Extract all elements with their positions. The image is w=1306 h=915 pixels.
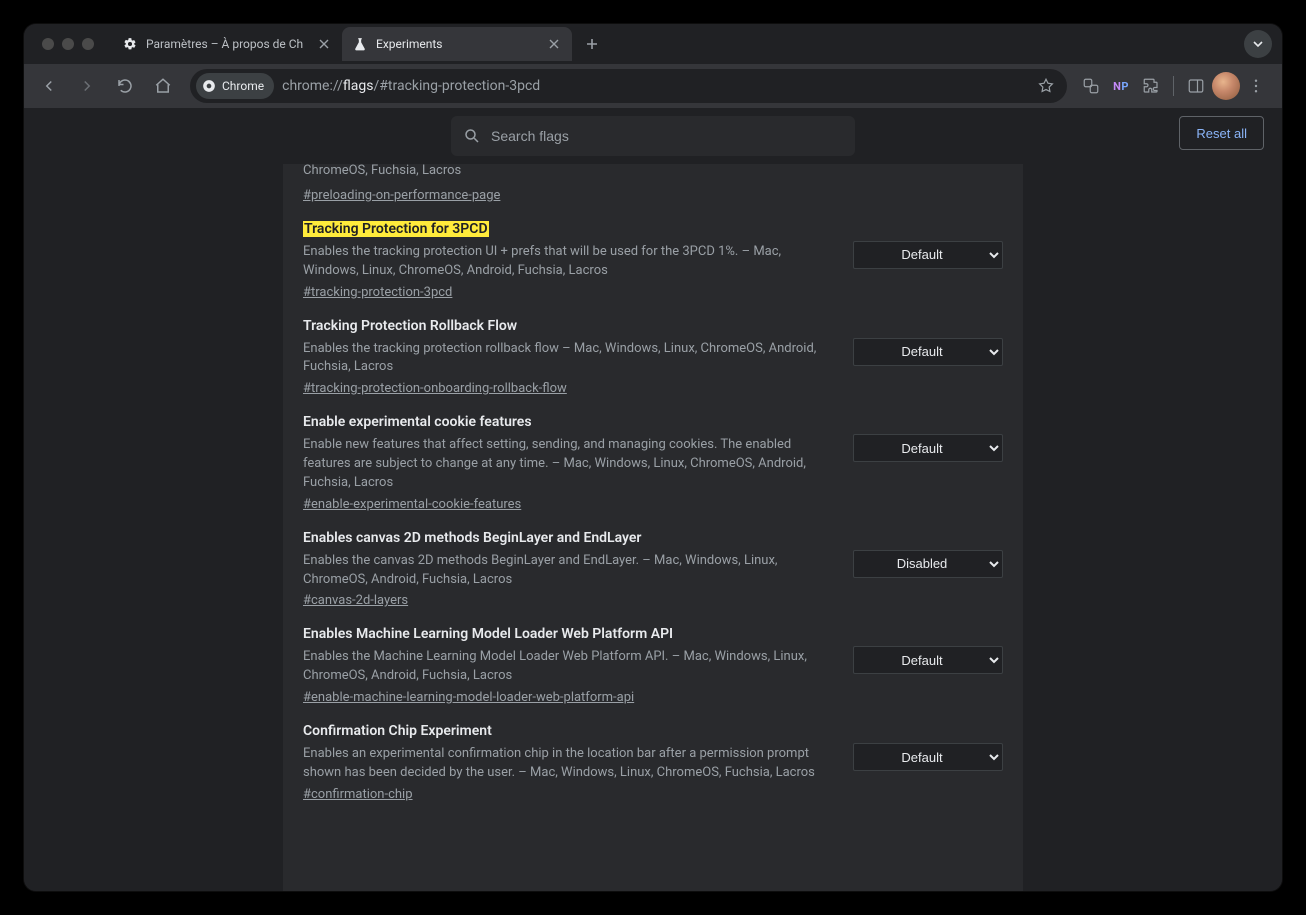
flag-state-select[interactable]: DefaultEnabledDisabled — [853, 550, 1003, 578]
url-text: chrome://flags/#tracking-protection-3pcd — [282, 78, 1029, 94]
minimize-window-button[interactable] — [62, 38, 74, 50]
flag-description: Enables the Machine Learning Model Loade… — [303, 648, 837, 686]
toolbar: Chrome chrome://flags/#tracking-protecti… — [24, 64, 1282, 108]
tab-settings[interactable]: Paramètres – À propos de Ch — [112, 27, 342, 61]
back-button[interactable] — [32, 69, 66, 103]
flag-entry: Enables Machine Learning Model Loader We… — [303, 608, 1003, 705]
flag-anchor-link[interactable]: #tracking-protection-3pcd — [303, 285, 452, 300]
translate-icon[interactable] — [1077, 72, 1105, 100]
flag-text: Enable experimental cookie features Enabl… — [303, 414, 837, 512]
flag-text: Tracking Protection for 3PCD Enables the … — [303, 221, 837, 300]
flag-entry: Enables canvas 2D methods BeginLayer and… — [303, 512, 1003, 609]
search-flags-input[interactable] — [491, 128, 843, 144]
flag-platforms-partial: ChromeOS, Fuchsia, Lacros — [303, 164, 1003, 181]
flag-state-select[interactable]: DefaultEnabledDisabled — [853, 434, 1003, 462]
extensions-puzzle-icon[interactable] — [1137, 72, 1165, 100]
flag-anchor-link[interactable]: #enable-machine-learning-model-loader-we… — [303, 690, 634, 705]
close-window-button[interactable] — [42, 38, 54, 50]
close-tab-icon[interactable] — [546, 36, 562, 52]
gear-icon — [122, 36, 138, 52]
flag-anchor-link[interactable]: #enable-experimental-cookie-features — [303, 497, 521, 512]
close-tab-icon[interactable] — [316, 36, 332, 52]
tab-strip: Paramètres – À propos de Ch Experiments — [24, 24, 1282, 64]
flag-description: Enables the tracking protection UI + pre… — [303, 243, 837, 281]
flags-list[interactable]: ChromeOS, Fuchsia, Lacros #preloading-on… — [283, 164, 1023, 891]
flag-state-select[interactable]: DefaultEnabledDisabled — [853, 338, 1003, 366]
reload-button[interactable] — [108, 69, 142, 103]
flag-entry: Enable experimental cookie features Enabl… — [303, 396, 1003, 512]
reset-all-button[interactable]: Reset all — [1179, 116, 1264, 150]
flag-select-wrap: DefaultEnabledDisabled — [853, 338, 1003, 366]
flask-icon — [352, 36, 368, 52]
flag-anchor-link[interactable]: #tracking-protection-onboarding-rollback… — [303, 381, 567, 396]
browser-window: Paramètres – À propos de Ch Experiments — [24, 24, 1282, 891]
bookmark-star-icon[interactable] — [1037, 77, 1055, 95]
tab-title: Paramètres – À propos de Ch — [146, 37, 308, 51]
search-icon — [463, 127, 481, 145]
flag-title: Tracking Protection for 3PCD — [303, 221, 489, 237]
profile-avatar[interactable] — [1212, 72, 1240, 100]
forward-button[interactable] — [70, 69, 104, 103]
new-tab-button[interactable] — [578, 30, 606, 58]
tabstrip-overflow-button[interactable] — [1244, 30, 1272, 58]
flag-entry-partial: ChromeOS, Fuchsia, Lacros #preloading-on… — [303, 164, 1003, 203]
flag-description: Enables the tracking protection rollback… — [303, 340, 837, 378]
flag-text: Tracking Protection Rollback Flow Enables… — [303, 318, 837, 397]
flag-title: Enables Machine Learning Model Loader We… — [303, 626, 673, 642]
toolbar-divider — [1173, 76, 1174, 96]
side-panel-icon[interactable] — [1182, 72, 1210, 100]
flag-text: Enables Machine Learning Model Loader We… — [303, 626, 837, 705]
search-flags-box[interactable] — [451, 116, 855, 156]
flag-state-select[interactable]: DefaultEnabledDisabled — [853, 743, 1003, 771]
flag-select-wrap: DefaultEnabledDisabled — [853, 550, 1003, 578]
flag-anchor-link[interactable]: #confirmation-chip — [303, 787, 413, 802]
flag-title: Enables canvas 2D methods BeginLayer and… — [303, 530, 641, 546]
flag-select-wrap: DefaultEnabledDisabled — [853, 241, 1003, 269]
tab-title: Experiments — [376, 37, 538, 51]
flag-description: Enables the canvas 2D methods BeginLayer… — [303, 552, 837, 590]
flag-anchor-link[interactable]: #preloading-on-performance-page — [303, 188, 500, 203]
flags-header: Reset all — [24, 108, 1282, 164]
flag-anchor-link[interactable]: #canvas-2d-layers — [303, 593, 408, 608]
flag-select-wrap: DefaultEnabledDisabled — [853, 743, 1003, 771]
flag-state-select[interactable]: DefaultEnabledDisabled — [853, 646, 1003, 674]
flag-entry: Tracking Protection Rollback Flow Enables… — [303, 300, 1003, 397]
address-bar[interactable]: Chrome chrome://flags/#tracking-protecti… — [190, 69, 1067, 103]
flag-description: Enable new features that affect setting,… — [303, 436, 837, 493]
flag-state-select[interactable]: DefaultEnabledDisabled — [853, 241, 1003, 269]
flag-select-wrap: DefaultEnabledDisabled — [853, 434, 1003, 462]
flag-select-wrap: DefaultEnabledDisabled — [853, 646, 1003, 674]
flag-title: Enable experimental cookie features — [303, 414, 532, 430]
flag-title: Confirmation Chip Experiment — [303, 723, 492, 739]
flag-title: Tracking Protection Rollback Flow — [303, 318, 517, 334]
maximize-window-button[interactable] — [82, 38, 94, 50]
home-button[interactable] — [146, 69, 180, 103]
page-content: Reset all ChromeOS, Fuchsia, Lacros #pre… — [24, 108, 1282, 891]
window-controls — [42, 38, 94, 50]
extension-np-icon[interactable]: NP — [1107, 72, 1135, 100]
toolbar-right: NP — [1077, 72, 1274, 100]
flag-text: Enables canvas 2D methods BeginLayer and… — [303, 530, 837, 609]
tab-experiments[interactable]: Experiments — [342, 27, 572, 61]
chip-label: Chrome — [222, 79, 264, 93]
kebab-menu-icon[interactable] — [1242, 72, 1270, 100]
flag-description: Enables an experimental confirmation chi… — [303, 745, 837, 783]
flag-entry: Tracking Protection for 3PCD Enables the … — [303, 203, 1003, 300]
site-chip[interactable]: Chrome — [196, 73, 274, 99]
chrome-icon — [202, 79, 216, 93]
flag-text: Confirmation Chip Experiment Enables an e… — [303, 723, 837, 802]
flag-entry: Confirmation Chip Experiment Enables an e… — [303, 705, 1003, 802]
